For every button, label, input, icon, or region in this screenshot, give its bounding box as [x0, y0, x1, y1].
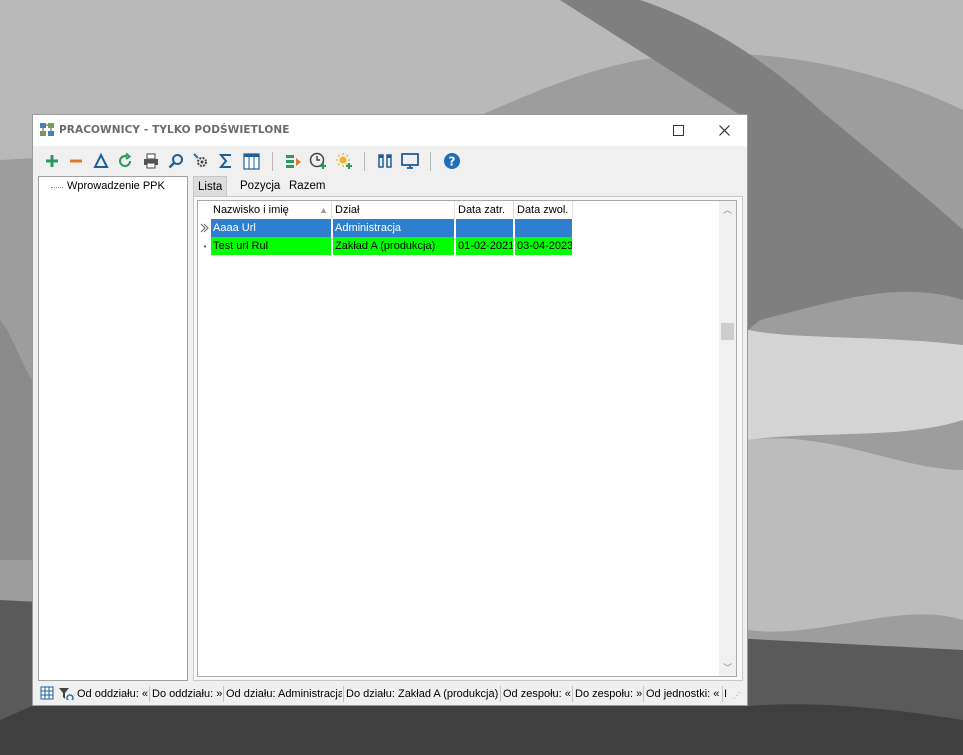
grid-frame: Nazwisko i imię ▲ Dział Data zatr. Data …	[193, 196, 743, 681]
employees-window: PRACOWNICY - TYLKO PODŚWIETLONE ? Wprowa…	[32, 114, 748, 706]
search-icon[interactable]	[167, 152, 185, 170]
cell-leave-date[interactable]	[515, 219, 573, 237]
column-header-leave-date[interactable]: Data zwol.	[514, 201, 573, 219]
scroll-down-icon[interactable]: ﹀	[719, 659, 736, 676]
vertical-scrollbar[interactable]: ︿ ﹀	[719, 201, 736, 676]
tree-item-wprowadzenie-ppk[interactable]: Wprowadzenie PPK	[51, 180, 165, 192]
svg-text:?: ?	[449, 155, 456, 169]
cell-name[interactable]: Test url Rul	[211, 237, 332, 255]
status-separator	[500, 686, 501, 702]
toolbar: ?	[33, 146, 747, 175]
status-separator	[343, 686, 344, 702]
row-marker-icon: •	[203, 241, 207, 251]
close-icon	[718, 125, 730, 136]
export-icon[interactable]	[284, 152, 302, 170]
cell-department[interactable]: Zakład A (produkcja)	[333, 237, 455, 255]
close-button[interactable]	[701, 115, 747, 146]
cell-name[interactable]: Aaaa Url	[211, 219, 332, 237]
employee-grid: Nazwisko i imię ▲ Dział Data zatr. Data …	[197, 200, 737, 677]
grid-view-icon[interactable]	[40, 686, 54, 700]
cell-hire-date[interactable]: 01-02-2021	[456, 237, 514, 255]
status-separator	[572, 686, 573, 702]
clock-add-icon[interactable]	[309, 152, 327, 170]
column-header-department[interactable]: Dział	[332, 201, 455, 219]
status-separator	[722, 686, 723, 702]
toolbar-separator	[430, 152, 431, 171]
status-from-team[interactable]: Od zespołu: «	[503, 687, 571, 701]
settings-icon[interactable]	[192, 152, 210, 170]
toolbar-separator	[364, 152, 365, 171]
cell-department[interactable]: Administracja	[333, 219, 455, 237]
toolbar-separator	[272, 152, 273, 171]
column-header-name-label: Nazwisko i imię	[213, 204, 289, 216]
refresh-icon[interactable]	[116, 152, 134, 170]
print-icon[interactable]	[142, 152, 160, 170]
sun-add-icon[interactable]	[335, 152, 353, 170]
current-row-indicator-icon	[198, 219, 212, 237]
title-bar[interactable]: PRACOWNICY - TYLKO PODŚWIETLONE	[33, 115, 747, 146]
status-bar: Od oddziału: « Do oddziału: » Od działu:…	[33, 683, 747, 705]
help-icon[interactable]: ?	[443, 152, 461, 170]
maximize-icon	[672, 125, 684, 136]
tab-pozycja[interactable]: Pozycja	[236, 177, 284, 195]
monitor-icon[interactable]	[401, 152, 419, 170]
filter-settings-icon[interactable]	[58, 686, 74, 700]
status-separator	[149, 686, 150, 702]
sum-icon[interactable]	[217, 152, 235, 170]
dual-panel-icon[interactable]	[376, 152, 394, 170]
tab-razem[interactable]: Razem	[285, 177, 329, 195]
filter-triangle-icon[interactable]	[92, 152, 110, 170]
status-to-branch[interactable]: Do oddziału: »	[152, 687, 222, 701]
app-icon	[39, 122, 55, 138]
resize-grip-icon[interactable]: ⋰	[733, 689, 741, 703]
tree-panel: Wprowadzenie PPK	[38, 176, 188, 681]
status-from-department[interactable]: Od działu: Administracja	[226, 687, 342, 701]
status-truncated: I	[724, 688, 728, 700]
remove-icon[interactable]	[67, 152, 85, 170]
add-icon[interactable]	[43, 152, 61, 170]
scroll-thumb[interactable]	[721, 323, 734, 340]
column-header-name[interactable]: Nazwisko i imię ▲	[210, 201, 332, 219]
column-header-hire-date[interactable]: Data zatr.	[455, 201, 514, 219]
cell-leave-date[interactable]: 03-04-2023	[515, 237, 573, 255]
status-from-branch[interactable]: Od oddziału: «	[77, 687, 149, 701]
status-from-unit[interactable]: Od jednostki: «	[646, 687, 722, 701]
tab-lista[interactable]: Lista	[193, 176, 228, 197]
status-separator	[643, 686, 644, 702]
cell-hire-date[interactable]	[456, 219, 514, 237]
status-separator	[223, 686, 224, 702]
sort-ascending-icon: ▲	[319, 205, 328, 215]
scroll-up-icon[interactable]: ︿	[719, 201, 736, 218]
status-to-department[interactable]: Do działu: Zakład A (produkcja)	[346, 687, 500, 701]
maximize-button[interactable]	[655, 115, 701, 146]
window-title: PRACOWNICY - TYLKO PODŚWIETLONE	[59, 124, 290, 136]
columns-icon[interactable]	[242, 152, 260, 170]
status-to-team[interactable]: Do zespołu: »	[575, 687, 643, 701]
